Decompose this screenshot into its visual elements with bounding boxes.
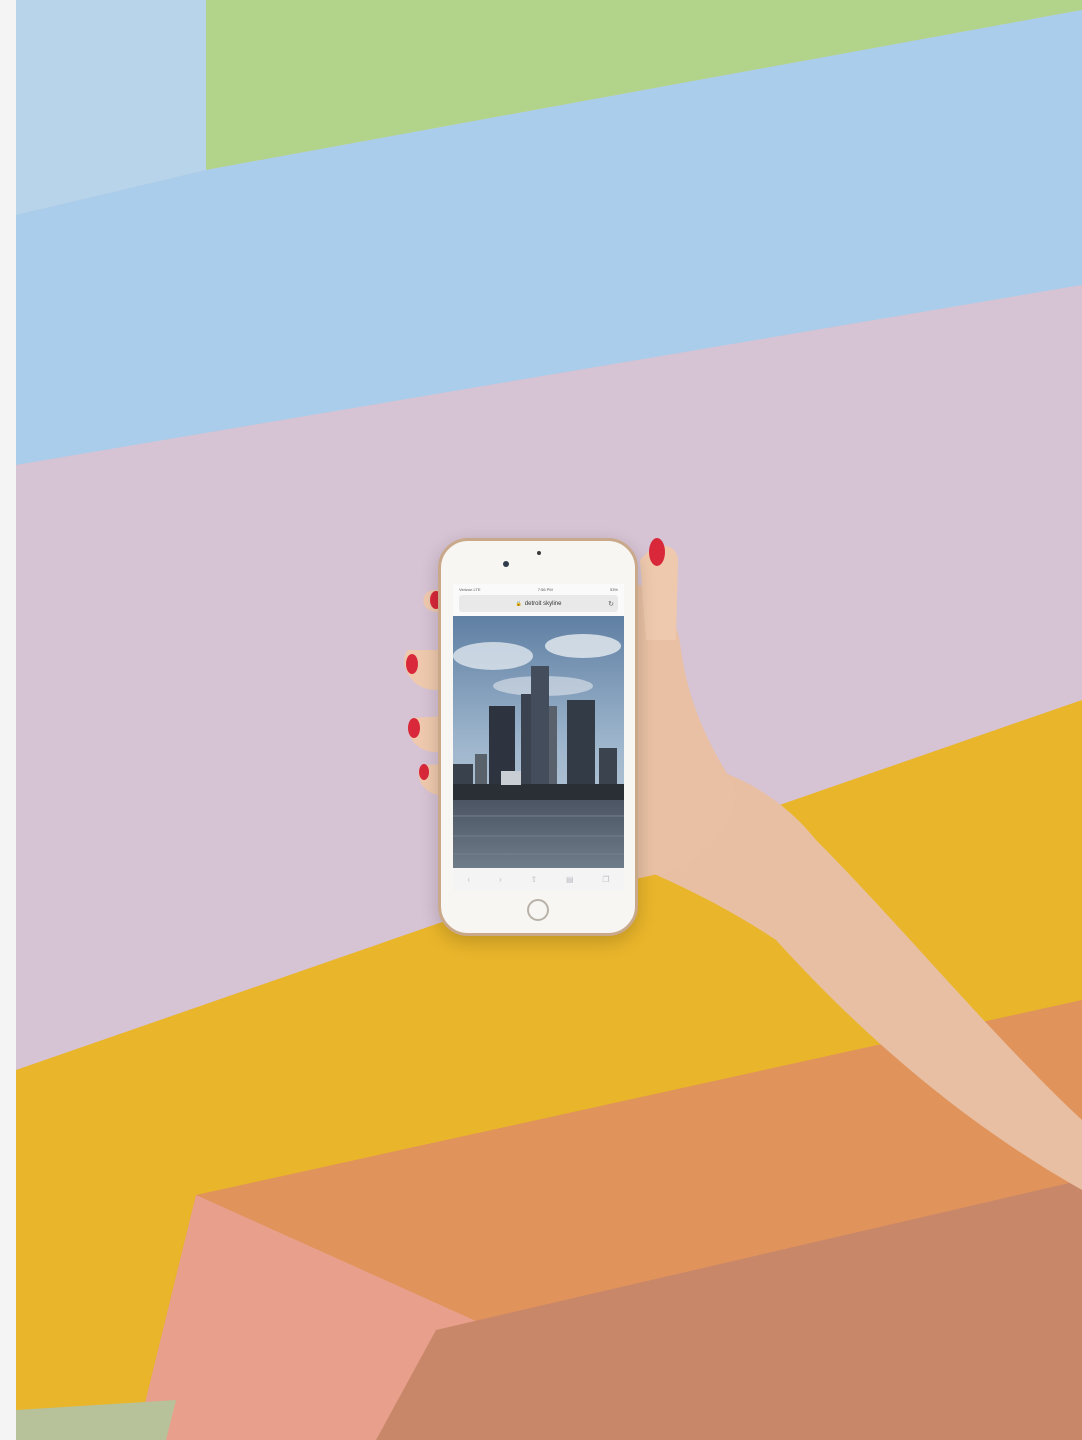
phone-screen: Verizon LTE 7:56 PM 53% 🔒 detroit skylin… xyxy=(453,584,624,890)
front-camera-icon xyxy=(503,561,509,567)
status-carrier: Verizon LTE xyxy=(459,586,481,592)
status-battery: 53% xyxy=(609,586,618,592)
reload-icon[interactable]: ↻ xyxy=(608,600,614,608)
back-icon[interactable]: ‹ xyxy=(467,875,470,884)
share-icon[interactable]: ⇧ xyxy=(530,875,537,884)
photo-scene: Verizon LTE 7:56 PM 53% 🔒 detroit skylin… xyxy=(16,0,1082,1440)
lock-icon: 🔒 xyxy=(515,600,522,607)
bookmarks-icon[interactable]: ▤ xyxy=(566,875,574,884)
home-button[interactable] xyxy=(527,899,549,921)
phone-speaker xyxy=(537,551,541,555)
forward-icon[interactable]: › xyxy=(499,875,502,884)
browser-toolbar: ‹ › ⇧ ▤ ❐ xyxy=(453,868,624,890)
url-text: detroit skyline xyxy=(524,600,562,607)
status-bar: Verizon LTE 7:56 PM 53% xyxy=(453,584,624,594)
skyline-photo xyxy=(453,616,624,868)
tabs-icon[interactable]: ❐ xyxy=(602,875,609,884)
status-time: 7:56 PM xyxy=(537,586,553,592)
browser-url-bar[interactable]: 🔒 detroit skyline ↻ xyxy=(459,595,618,612)
smartphone: Verizon LTE 7:56 PM 53% 🔒 detroit skylin… xyxy=(438,538,638,936)
